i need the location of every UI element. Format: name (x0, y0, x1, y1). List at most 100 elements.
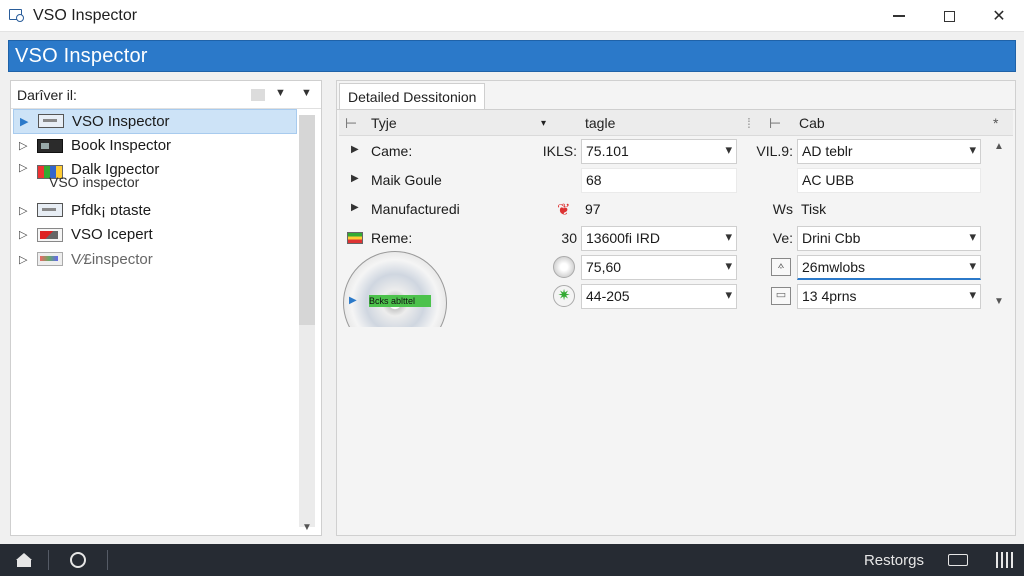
property-value-combo[interactable]: Drini Cbb (797, 226, 981, 251)
refresh-button[interactable] (49, 544, 107, 576)
details-scrollbar[interactable]: ▲ ▼ (991, 137, 1007, 309)
scroll-up-icon[interactable]: ▲ (994, 141, 1004, 152)
picture-icon: ▭ (771, 287, 791, 305)
column-type[interactable]: Tyje (371, 115, 397, 131)
column-right[interactable]: Cab (799, 115, 825, 131)
scroll-down-icon[interactable]: ▼ (302, 522, 312, 533)
tree-item-label: VSO Icepert (71, 226, 153, 244)
property-label: Reme: (371, 230, 413, 246)
property-row: ▶ Came: IKLS: 75.101 VIL.9: AD teblr (339, 137, 1013, 166)
tree-item-vso-icepert[interactable]: ▷ VSO Icepert (13, 223, 297, 248)
column-mid[interactable]: tagle (585, 115, 615, 131)
home-button[interactable] (0, 544, 48, 576)
property-value: 97 (585, 201, 601, 217)
leaf-icon: ❦ (557, 202, 571, 219)
image-icon: ⟑ (771, 258, 791, 276)
property-right-label: VIL.9: (756, 143, 793, 159)
tab-detailed-description[interactable]: Detailed Dessitonion (339, 83, 486, 109)
status-star-icon: ✷ (553, 285, 575, 307)
property-right-label: Ws (772, 201, 793, 217)
property-row: ▶ Maik Goule 68 AC UBB (339, 166, 1013, 195)
disc-icon (553, 256, 575, 278)
expand-arrow-icon[interactable]: ▶ (351, 144, 359, 155)
tree-item-inspector[interactable]: ▷ V⁄£inspector (13, 247, 297, 272)
disc-icon (343, 251, 447, 327)
sort-arrow-icon[interactable]: ▾ (541, 118, 546, 129)
property-value-field[interactable]: 68 (581, 168, 737, 193)
property-label: Manufacturedi (371, 201, 460, 217)
drives-panel: Darîver il: ▼ ▼ ▶ VSO Inspector ▷ Book I… (10, 80, 322, 536)
title-bar: VSO Inspector ✕ (0, 0, 1024, 32)
property-value-combo[interactable]: 75,60 (581, 255, 737, 280)
scrollbar-thumb[interactable] (299, 115, 315, 325)
refresh-icon (70, 552, 86, 568)
tree-item-label: V⁄£inspector (71, 250, 153, 268)
expand-arrow-icon[interactable]: ▶ (351, 202, 359, 213)
drive-tree: ▶ VSO Inspector ▷ Book Inspector ▷ Dalk … (13, 109, 297, 272)
status-bar: Restorgs (0, 544, 1024, 576)
disc-drive-icon (37, 252, 63, 267)
expand-arrow-icon[interactable]: ▷ (19, 253, 33, 266)
statusbar-right: Restorgs (864, 544, 1024, 576)
column-drag-icon: ⊢ (769, 115, 782, 131)
drive-icon (37, 138, 63, 153)
property-value-combo[interactable]: 75.101 (581, 139, 737, 164)
property-value-field[interactable]: AC UBB (797, 168, 981, 193)
tree-scrollbar[interactable]: ▼ (297, 109, 317, 535)
flag-icon (347, 232, 363, 244)
dropdown-arrow-icon[interactable]: ▼ (275, 87, 286, 99)
expand-arrow-icon[interactable]: ▷ (19, 228, 33, 241)
grid-icon[interactable] (996, 552, 1014, 568)
red-drive-icon (37, 227, 63, 242)
property-value-combo[interactable]: AD teblr (797, 139, 981, 164)
scrollbar-track[interactable] (299, 115, 315, 527)
expand-arrow-icon[interactable]: ▷ (19, 139, 33, 152)
drives-panel-header: Darîver il: ▼ ▼ (11, 81, 321, 109)
tree-item-label: VSO Inspector (72, 112, 170, 130)
maximize-button[interactable] (924, 0, 974, 32)
scroll-down-icon[interactable]: ▼ (994, 296, 1004, 307)
close-icon: ✕ (992, 8, 1006, 25)
maximize-icon (943, 10, 955, 22)
expand-arrow-icon[interactable]: ▶ (20, 115, 34, 128)
column-separator: ⁞ (747, 115, 751, 131)
panel-menu-arrow-icon[interactable]: ▼ (301, 87, 312, 99)
tree-item-vso-inspector[interactable]: ▶ VSO Inspector (13, 109, 297, 134)
tree-item-sublabel: VSO inspector (49, 174, 140, 190)
view-toggle-icon[interactable] (251, 89, 265, 101)
app-inspector-icon (9, 8, 27, 24)
disc-image: ▶ Bcks ablttel (341, 249, 447, 327)
column-header: ⊢ Tyje ▾ tagle ⁞ ⊢ Cab * (339, 110, 1013, 136)
header-band: VSO Inspector (8, 40, 1016, 72)
home-icon (16, 553, 32, 567)
property-row: ▶ Manufacturedi ❦ 97 Ws Tisk (339, 195, 1013, 224)
window-title: VSO Inspector (33, 6, 138, 24)
monitor-icon (38, 114, 64, 129)
battery-icon[interactable] (948, 554, 968, 566)
tree-item-pfdk[interactable]: ▷ Pfdk¡ ɒtaste (13, 198, 297, 223)
expand-arrow-icon[interactable]: ▷ (19, 204, 33, 217)
property-label: Maik Goule (371, 172, 442, 188)
property-value-combo[interactable]: 26mwlobs (797, 255, 981, 280)
property-label: Came: (371, 143, 413, 159)
details-panel: Detailed Dessitonion ⊢ Tyje ▾ tagle ⁞ ⊢ … (336, 80, 1016, 536)
expand-arrow-icon[interactable]: ▷ (19, 161, 33, 174)
close-button[interactable]: ✕ (974, 0, 1024, 32)
tree-item-dalk-igpector[interactable]: ▷ Dalk Igpector VSO inspector (13, 158, 297, 198)
minimize-icon (893, 15, 905, 17)
play-icon[interactable]: ▶ (349, 295, 357, 306)
pin-icon[interactable]: * (993, 115, 998, 131)
property-value-combo[interactable]: 13 4prns (797, 284, 981, 309)
statusbar-divider (107, 550, 108, 570)
tree-item-label: Book Inspector (71, 137, 172, 155)
tree-item-label: Pfdk¡ ɒtaste (71, 201, 152, 219)
property-mid-label: IKLS: (542, 143, 577, 159)
tree-item-book-inspector[interactable]: ▷ Book Inspector (13, 134, 297, 159)
statusbar-text[interactable]: Restorgs (864, 552, 924, 569)
property-right-label: Ve: (772, 230, 793, 246)
property-value-combo[interactable]: 44-205 (581, 284, 737, 309)
page-title: VSO Inspector (15, 44, 148, 67)
property-value-combo[interactable]: 13600fi IRD (581, 226, 737, 251)
minimize-button[interactable] (874, 0, 924, 32)
expand-arrow-icon[interactable]: ▶ (351, 173, 359, 184)
